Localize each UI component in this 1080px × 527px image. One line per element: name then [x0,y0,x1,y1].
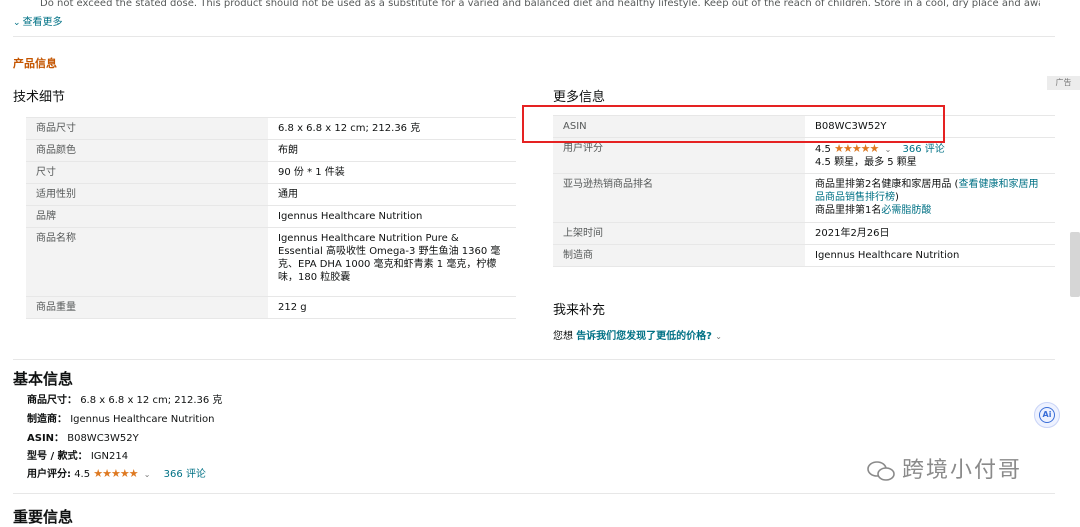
field-value: IGN214 [90,451,129,462]
table-row: 商品颜色 布朗 [26,139,516,162]
basic-asin-line: ASIN： B08WC3W52Y [27,429,139,444]
chevron-down-icon[interactable]: ⌄ [885,145,892,154]
lower-price-link[interactable]: 告诉我们您发现了更低的价格? [576,331,712,342]
reviews-link[interactable]: 366 评论 [164,469,206,480]
row-key: 商品颜色 [26,139,268,162]
row-key: 制造商 [553,244,805,267]
rank-text: 商品里排第1名 [815,205,882,216]
field-label: ASIN： [27,433,65,444]
basic-info-heading: 基本信息 [13,370,74,388]
field-label: 型号 / 款式： [27,451,88,462]
chevron-down-icon[interactable]: ⌄ [144,470,151,479]
row-key: 上架时间 [553,222,805,245]
table-row: 商品名称 Igennus Healthcare Nutrition Pure & … [26,227,516,297]
see-more-label: 查看更多 [22,17,63,28]
row-key: 尺寸 [26,161,268,184]
subcategory-link[interactable]: 必需脂肪酸 [881,205,931,216]
row-value: 通用 [268,183,516,206]
ad-label[interactable]: 广告 [1047,76,1080,90]
rank-text: ) [895,192,899,203]
field-label: 制造商： [27,414,67,425]
rating-note: 4.5 颗星，最多 5 颗星 [815,157,917,168]
feedback-heading: 我来补充 [553,303,606,318]
table-row: 亚马逊热销商品排名 商品里排第2名健康和家居用品 (查看健康和家居用品商品销售排… [553,173,1055,223]
see-more-link[interactable]: ⌄ 查看更多 [13,13,63,28]
field-value: B08WC3W52Y [67,433,139,444]
chevron-down-icon[interactable]: ⌄ [715,332,722,341]
maker-value: Igennus Healthcare Nutrition [805,244,1055,267]
row-key: 品牌 [26,205,268,228]
scrollbar-thumb[interactable] [1070,232,1080,297]
tech-details-table: 商品尺寸 6.8 x 6.8 x 12 cm; 212.36 克 商品颜色 布朗 尺… [26,117,516,319]
feedback-line: 您想 告诉我们您发现了更低的价格? ⌄ [553,327,722,342]
field-label: 用户评分: [27,469,71,480]
table-row: 商品尺寸 6.8 x 6.8 x 12 cm; 212.36 克 [26,117,516,140]
row-value: Igennus Healthcare Nutrition Pure & Esse… [268,227,516,297]
watermark-text: 跨境小付哥 [902,458,1023,483]
basic-maker-line: 制造商： Igennus Healthcare Nutrition [27,410,215,425]
wechat-icon [867,461,895,481]
more-info-heading: 更多信息 [553,90,606,105]
star-rating-icon[interactable]: ★★★★★ [834,142,879,155]
table-row: 适用性别 通用 [26,183,516,206]
field-value: 4.5 [74,469,91,480]
ai-icon: Ai [1039,407,1055,423]
rating-value: 4.5 [815,144,831,155]
reviews-link[interactable]: 366 评论 [902,144,944,155]
rank-text: 商品里排第2名健康和家居用品 ( [815,179,959,190]
date-value: 2021年2月26日 [805,222,1055,245]
basic-size-line: 商品尺寸： 6.8 x 6.8 x 12 cm; 212.36 克 [27,391,222,406]
asin-highlight-box [522,105,945,143]
row-key: 商品名称 [26,227,268,297]
table-row: 尺寸 90 份 * 1 件装 [26,161,516,184]
product-info-heading: 产品信息 [13,57,57,70]
star-rating-icon[interactable]: ★★★★★ [93,467,138,480]
row-value: 212 g [268,296,516,319]
row-value: 6.8 x 6.8 x 12 cm; 212.36 克 [268,117,516,140]
field-value: 6.8 x 6.8 x 12 cm; 212.36 克 [80,395,223,406]
row-value: 布朗 [268,139,516,162]
basic-model-line: 型号 / 款式： IGN214 [27,447,128,462]
table-row: 品牌 Igennus Healthcare Nutrition [26,205,516,228]
divider [13,359,1055,360]
row-key: 亚马逊热销商品排名 [553,173,805,223]
feedback-prefix: 您想 [553,331,573,342]
product-description-text: Do not exceed the stated dose. This prod… [40,0,1040,9]
ai-assistant-button[interactable]: Ai [1034,402,1060,428]
table-row: 商品重量 212 g [26,296,516,319]
divider [13,36,1055,37]
rank-cell: 商品里排第2名健康和家居用品 (查看健康和家居用品商品销售排行榜) 商品里排第1… [805,173,1055,223]
row-value: 90 份 * 1 件装 [268,161,516,184]
watermark: 跨境小付哥 [866,452,1022,484]
tech-details-heading: 技术细节 [13,90,66,105]
row-key: 适用性别 [26,183,268,206]
row-key: 商品尺寸 [26,117,268,140]
field-value: Igennus Healthcare Nutrition [70,414,215,425]
table-row: 上架时间 2021年2月26日 [553,222,1055,245]
table-row: 制造商 Igennus Healthcare Nutrition [553,244,1055,267]
field-label: 商品尺寸： [27,395,77,406]
chevron-down-icon: ⌄ [13,18,21,28]
row-value: Igennus Healthcare Nutrition [268,205,516,228]
row-key: 商品重量 [26,296,268,319]
divider [13,493,1055,494]
basic-rating-line: 用户评分: 4.5 ★★★★★ ⌄ 366 评论 [27,465,206,480]
